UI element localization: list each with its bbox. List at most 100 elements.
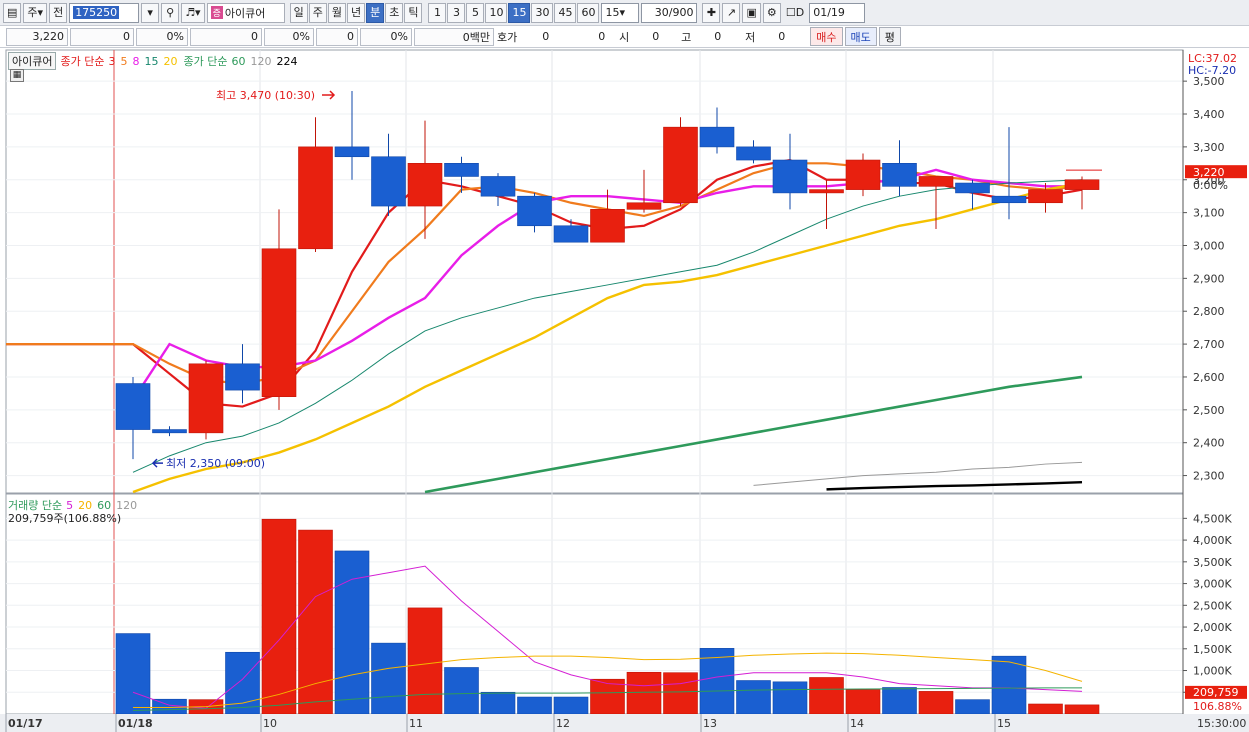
candle-body: [663, 126, 698, 204]
candle-body: [298, 146, 333, 250]
legend-ma-20: 20: [163, 54, 178, 68]
crosshair-icon[interactable]: ✚: [702, 2, 721, 23]
volume-bar: [261, 518, 297, 715]
interval-button-1[interactable]: 1: [428, 2, 447, 23]
volume-bar: [298, 529, 333, 715]
volume-tick-label: 2,500K: [1193, 599, 1232, 612]
period-button-5[interactable]: 초: [385, 2, 404, 23]
interval-button-5[interactable]: 5: [466, 2, 485, 23]
count-value: 30/900: [654, 6, 694, 19]
market-select[interactable]: 주 ▾: [23, 2, 48, 23]
quote-infobar: 3,220 0 0% 0 0% 0 0% 0백만 호가 0 0 시 0 고 0 …: [0, 26, 1249, 48]
x-axis-label: 11: [409, 717, 423, 730]
code-input[interactable]: 175250: [69, 2, 140, 23]
price-tick-label: 2,300: [1193, 470, 1225, 483]
code-dropdown-icon[interactable]: ▾: [141, 2, 160, 23]
legend-ma-15: 15: [144, 54, 159, 68]
volume-bar: [663, 672, 698, 715]
candle-body: [1064, 179, 1100, 190]
sell-button[interactable]: 매도: [844, 27, 877, 46]
candle-body: [115, 383, 151, 430]
legend-ma-label: 종가 단순: [60, 55, 105, 68]
volume-bar: [334, 550, 370, 715]
info-rate2: 0%: [264, 27, 314, 46]
candle-body: [918, 176, 954, 187]
candle-body: [480, 176, 516, 197]
info-rate1: 0%: [136, 27, 188, 46]
x-axis-label: 01/17: [8, 717, 43, 730]
time-label: 15:30:00: [1197, 717, 1246, 730]
interval-button-10[interactable]: 10: [485, 2, 508, 23]
volume-tick-label: 2,000K: [1193, 621, 1232, 634]
interval-button-3[interactable]: 3: [447, 2, 466, 23]
volume-bar: [772, 681, 808, 715]
legend-ma-3: 3: [108, 54, 116, 68]
period-button-0[interactable]: 일: [289, 2, 308, 23]
price-tick-label: 3,300: [1193, 141, 1225, 154]
volume-bar: [955, 699, 990, 715]
volume-bar: [407, 607, 443, 715]
candle-body: [152, 429, 187, 434]
interval-value: 15: [605, 6, 620, 19]
volume-bar: [809, 677, 844, 715]
stock-name-field[interactable]: 증 아이큐어: [206, 2, 285, 23]
volume-tick-label: 4,500K: [1193, 512, 1232, 525]
high-value: 0: [714, 30, 722, 43]
settings-gear-icon[interactable]: ⚙: [762, 2, 781, 23]
open-value: 0: [652, 30, 660, 43]
info-amount: 0백만: [414, 27, 494, 46]
table-view-icon[interactable]: ▦: [10, 69, 24, 82]
legend-ma2-224: 224: [276, 54, 298, 68]
volume-bar: [480, 691, 516, 715]
price-tick-label: 2,600: [1193, 371, 1225, 384]
chart-layout-icon[interactable]: ▤: [3, 2, 22, 23]
quote-label: 호가: [497, 30, 518, 44]
period-button-2[interactable]: 월: [327, 2, 346, 23]
legend-stock-name[interactable]: 아이큐어: [8, 52, 57, 70]
count-input[interactable]: 30/900: [641, 2, 698, 23]
interval-button-60[interactable]: 60: [577, 2, 600, 23]
search-icon[interactable]: ⚲: [161, 2, 180, 23]
buy-button[interactable]: 매수: [810, 27, 843, 46]
legend-ma2-120: 120: [250, 54, 272, 68]
save-icon[interactable]: ▣: [742, 2, 761, 23]
x-axis-label: 01/18: [118, 717, 153, 730]
volume-tick-label: 1,500K: [1193, 643, 1232, 656]
current-volume-label: 209,759: [1193, 686, 1239, 699]
x-axis-label: 14: [850, 717, 864, 730]
x-axis-band: [0, 714, 1249, 732]
volume-bar: [115, 633, 151, 715]
flat-button[interactable]: 평: [878, 27, 901, 46]
stock-chart[interactable]: 3,5003,4003,3003,2003,1003,0002,9002,800…: [0, 48, 1249, 732]
date-input[interactable]: 01/19: [809, 2, 866, 23]
period-button-6[interactable]: 틱: [404, 2, 423, 23]
candle-body: [590, 209, 625, 243]
draw-tool-icon[interactable]: ↗: [722, 2, 741, 23]
price-tick-label: 2,400: [1193, 437, 1225, 450]
candle-body: [407, 163, 443, 207]
candle-body: [553, 225, 589, 243]
candle-body: [882, 163, 917, 187]
prev-button[interactable]: 전: [49, 2, 68, 23]
interval-button-15[interactable]: 15: [508, 2, 531, 23]
interval-group: 1 3 5 10 15 30 45 60: [428, 2, 600, 23]
period-button-4[interactable]: 분: [366, 2, 385, 23]
stock-mark-badge: 증: [210, 6, 223, 19]
interval-input[interactable]: 15 ▾: [601, 2, 640, 23]
price-tick-label: 3,000: [1193, 239, 1225, 252]
interval-button-45[interactable]: 45: [554, 2, 577, 23]
d-checkbox[interactable]: ☐ D: [783, 3, 807, 23]
quote-value2: 0: [598, 30, 606, 43]
price-tick-label: 3,500: [1193, 75, 1225, 88]
low-annotation: 최저 2,350 (09:00): [166, 457, 265, 470]
candle-body: [334, 146, 370, 158]
interval-button-30[interactable]: 30: [531, 2, 554, 23]
period-button-3[interactable]: 년: [346, 2, 366, 23]
volume-tick-label: 3,500K: [1193, 556, 1232, 569]
sound-icon[interactable]: ♬▾: [181, 2, 205, 23]
period-button-1[interactable]: 주: [308, 2, 327, 23]
volume-bar: [553, 696, 589, 715]
candle-body: [1028, 189, 1063, 204]
current-price-label: 3,220: [1193, 166, 1225, 179]
date-value: 01/19: [813, 6, 845, 19]
